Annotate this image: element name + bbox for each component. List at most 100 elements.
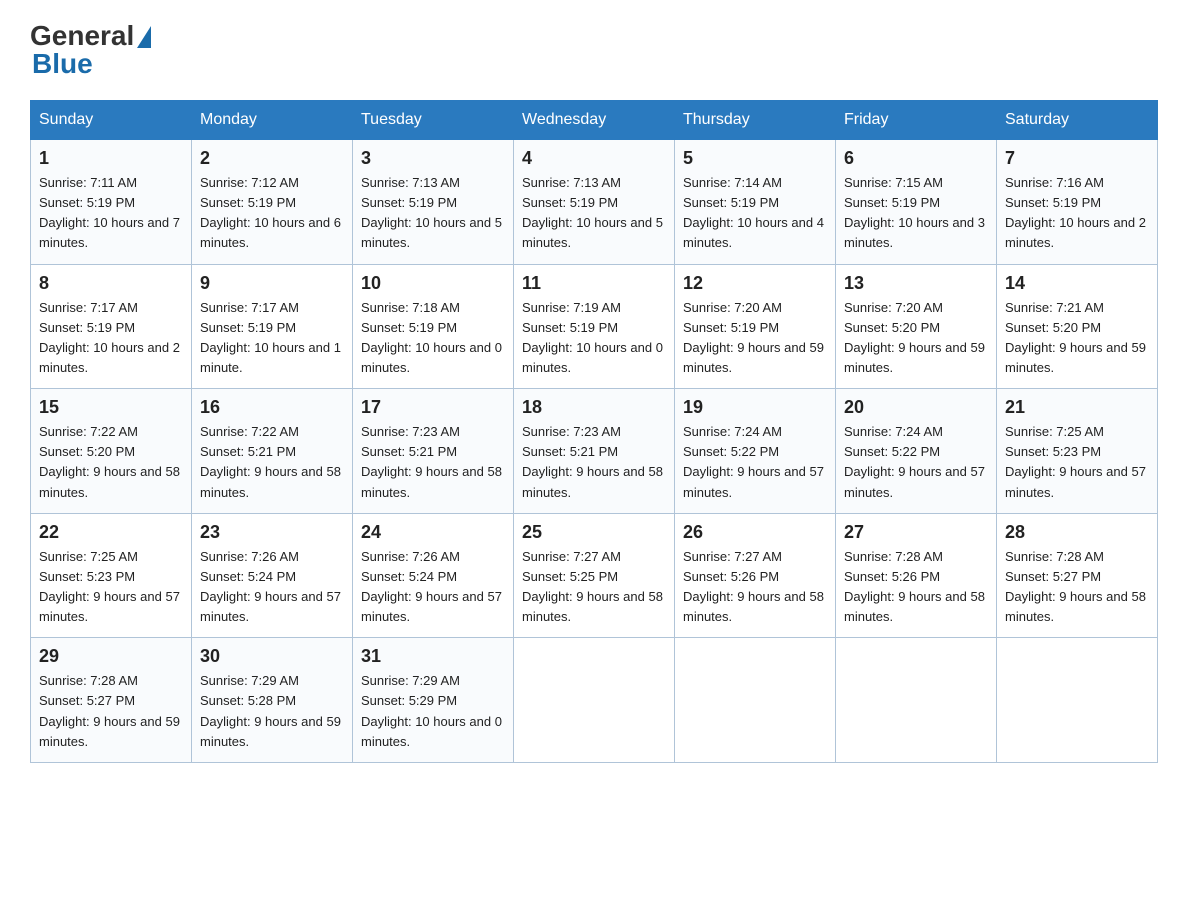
calendar-cell: 15Sunrise: 7:22 AMSunset: 5:20 PMDayligh…	[31, 389, 192, 514]
day-number: 10	[361, 273, 505, 294]
day-number: 9	[200, 273, 344, 294]
day-number: 29	[39, 646, 183, 667]
day-info: Sunrise: 7:29 AMSunset: 5:29 PMDaylight:…	[361, 671, 505, 752]
day-number: 11	[522, 273, 666, 294]
day-number: 28	[1005, 522, 1149, 543]
day-number: 3	[361, 148, 505, 169]
day-info: Sunrise: 7:17 AMSunset: 5:19 PMDaylight:…	[200, 298, 344, 379]
day-info: Sunrise: 7:21 AMSunset: 5:20 PMDaylight:…	[1005, 298, 1149, 379]
day-number: 7	[1005, 148, 1149, 169]
calendar-cell: 30 Sunrise: 7:29 AMSunset: 5:28 PMDayligh…	[192, 638, 353, 763]
calendar-cell: 16 Sunrise: 7:22 AMSunset: 5:21 PMDayligh…	[192, 389, 353, 514]
day-number: 31	[361, 646, 505, 667]
day-number: 15	[39, 397, 183, 418]
page-header: General Blue	[30, 20, 1158, 80]
calendar-cell: 28 Sunrise: 7:28 AMSunset: 5:27 PMDayligh…	[997, 513, 1158, 638]
day-number: 1	[39, 148, 183, 169]
weekday-header-monday: Monday	[192, 101, 353, 140]
weekday-header-friday: Friday	[836, 101, 997, 140]
day-info: Sunrise: 7:12 AMSunset: 5:19 PMDaylight:…	[200, 173, 344, 254]
day-info: Sunrise: 7:16 AMSunset: 5:19 PMDaylight:…	[1005, 173, 1149, 254]
day-number: 5	[683, 148, 827, 169]
calendar-cell: 22Sunrise: 7:25 AMSunset: 5:23 PMDayligh…	[31, 513, 192, 638]
calendar-cell: 12 Sunrise: 7:20 AMSunset: 5:19 PMDayligh…	[675, 264, 836, 389]
day-info: Sunrise: 7:20 AMSunset: 5:20 PMDaylight:…	[844, 298, 988, 379]
calendar-cell: 17Sunrise: 7:23 AMSunset: 5:21 PMDayligh…	[353, 389, 514, 514]
day-number: 4	[522, 148, 666, 169]
day-number: 16	[200, 397, 344, 418]
day-number: 21	[1005, 397, 1149, 418]
calendar-cell: 27 Sunrise: 7:28 AMSunset: 5:26 PMDayligh…	[836, 513, 997, 638]
calendar-cell	[675, 638, 836, 763]
day-number: 2	[200, 148, 344, 169]
day-info: Sunrise: 7:24 AMSunset: 5:22 PMDaylight:…	[844, 422, 988, 503]
calendar-cell: 9 Sunrise: 7:17 AMSunset: 5:19 PMDaylight…	[192, 264, 353, 389]
calendar-cell: 26 Sunrise: 7:27 AMSunset: 5:26 PMDayligh…	[675, 513, 836, 638]
calendar-cell	[997, 638, 1158, 763]
day-info: Sunrise: 7:23 AMSunset: 5:21 PMDaylight:…	[522, 422, 666, 503]
day-number: 25	[522, 522, 666, 543]
day-info: Sunrise: 7:26 AMSunset: 5:24 PMDaylight:…	[361, 547, 505, 628]
calendar-cell: 5Sunrise: 7:14 AMSunset: 5:19 PMDaylight…	[675, 140, 836, 265]
day-info: Sunrise: 7:13 AMSunset: 5:19 PMDaylight:…	[522, 173, 666, 254]
day-number: 13	[844, 273, 988, 294]
day-info: Sunrise: 7:28 AMSunset: 5:27 PMDaylight:…	[39, 671, 183, 752]
calendar-week-row: 8Sunrise: 7:17 AMSunset: 5:19 PMDaylight…	[31, 264, 1158, 389]
logo-blue-text: Blue	[30, 48, 93, 80]
calendar-cell: 31 Sunrise: 7:29 AMSunset: 5:29 PMDayligh…	[353, 638, 514, 763]
calendar-cell: 18Sunrise: 7:23 AMSunset: 5:21 PMDayligh…	[514, 389, 675, 514]
day-number: 27	[844, 522, 988, 543]
day-info: Sunrise: 7:15 AMSunset: 5:19 PMDaylight:…	[844, 173, 988, 254]
calendar-week-row: 15Sunrise: 7:22 AMSunset: 5:20 PMDayligh…	[31, 389, 1158, 514]
day-info: Sunrise: 7:27 AMSunset: 5:25 PMDaylight:…	[522, 547, 666, 628]
calendar-cell: 7 Sunrise: 7:16 AMSunset: 5:19 PMDaylight…	[997, 140, 1158, 265]
weekday-header-tuesday: Tuesday	[353, 101, 514, 140]
day-info: Sunrise: 7:22 AMSunset: 5:21 PMDaylight:…	[200, 422, 344, 503]
day-info: Sunrise: 7:11 AMSunset: 5:19 PMDaylight:…	[39, 173, 183, 254]
day-info: Sunrise: 7:28 AMSunset: 5:26 PMDaylight:…	[844, 547, 988, 628]
calendar-cell: 11 Sunrise: 7:19 AMSunset: 5:19 PMDayligh…	[514, 264, 675, 389]
calendar-table: SundayMondayTuesdayWednesdayThursdayFrid…	[30, 100, 1158, 763]
logo-triangle-icon	[137, 26, 151, 48]
calendar-cell: 23Sunrise: 7:26 AMSunset: 5:24 PMDayligh…	[192, 513, 353, 638]
weekday-header-thursday: Thursday	[675, 101, 836, 140]
day-number: 6	[844, 148, 988, 169]
day-info: Sunrise: 7:17 AMSunset: 5:19 PMDaylight:…	[39, 298, 183, 379]
day-info: Sunrise: 7:26 AMSunset: 5:24 PMDaylight:…	[200, 547, 344, 628]
day-info: Sunrise: 7:18 AMSunset: 5:19 PMDaylight:…	[361, 298, 505, 379]
calendar-cell: 8Sunrise: 7:17 AMSunset: 5:19 PMDaylight…	[31, 264, 192, 389]
day-info: Sunrise: 7:25 AMSunset: 5:23 PMDaylight:…	[1005, 422, 1149, 503]
calendar-cell: 19Sunrise: 7:24 AMSunset: 5:22 PMDayligh…	[675, 389, 836, 514]
calendar-cell: 10 Sunrise: 7:18 AMSunset: 5:19 PMDayligh…	[353, 264, 514, 389]
day-number: 12	[683, 273, 827, 294]
calendar-cell	[514, 638, 675, 763]
day-info: Sunrise: 7:23 AMSunset: 5:21 PMDaylight:…	[361, 422, 505, 503]
calendar-cell: 13 Sunrise: 7:20 AMSunset: 5:20 PMDayligh…	[836, 264, 997, 389]
calendar-cell: 29 Sunrise: 7:28 AMSunset: 5:27 PMDayligh…	[31, 638, 192, 763]
calendar-week-row: 29 Sunrise: 7:28 AMSunset: 5:27 PMDayligh…	[31, 638, 1158, 763]
weekday-header-sunday: Sunday	[31, 101, 192, 140]
calendar-header-row: SundayMondayTuesdayWednesdayThursdayFrid…	[31, 101, 1158, 140]
day-number: 26	[683, 522, 827, 543]
calendar-cell: 25 Sunrise: 7:27 AMSunset: 5:25 PMDayligh…	[514, 513, 675, 638]
day-info: Sunrise: 7:24 AMSunset: 5:22 PMDaylight:…	[683, 422, 827, 503]
day-info: Sunrise: 7:29 AMSunset: 5:28 PMDaylight:…	[200, 671, 344, 752]
calendar-cell: 2 Sunrise: 7:12 AMSunset: 5:19 PMDaylight…	[192, 140, 353, 265]
day-info: Sunrise: 7:27 AMSunset: 5:26 PMDaylight:…	[683, 547, 827, 628]
logo: General Blue	[30, 20, 151, 80]
calendar-cell: 6 Sunrise: 7:15 AMSunset: 5:19 PMDaylight…	[836, 140, 997, 265]
weekday-header-wednesday: Wednesday	[514, 101, 675, 140]
weekday-header-saturday: Saturday	[997, 101, 1158, 140]
day-info: Sunrise: 7:19 AMSunset: 5:19 PMDaylight:…	[522, 298, 666, 379]
day-info: Sunrise: 7:28 AMSunset: 5:27 PMDaylight:…	[1005, 547, 1149, 628]
calendar-week-row: 1 Sunrise: 7:11 AMSunset: 5:19 PMDaylight…	[31, 140, 1158, 265]
day-number: 30	[200, 646, 344, 667]
calendar-cell	[836, 638, 997, 763]
day-info: Sunrise: 7:20 AMSunset: 5:19 PMDaylight:…	[683, 298, 827, 379]
calendar-cell: 4 Sunrise: 7:13 AMSunset: 5:19 PMDaylight…	[514, 140, 675, 265]
day-number: 24	[361, 522, 505, 543]
calendar-cell: 3 Sunrise: 7:13 AMSunset: 5:19 PMDaylight…	[353, 140, 514, 265]
day-info: Sunrise: 7:13 AMSunset: 5:19 PMDaylight:…	[361, 173, 505, 254]
day-info: Sunrise: 7:25 AMSunset: 5:23 PMDaylight:…	[39, 547, 183, 628]
calendar-cell: 1 Sunrise: 7:11 AMSunset: 5:19 PMDaylight…	[31, 140, 192, 265]
